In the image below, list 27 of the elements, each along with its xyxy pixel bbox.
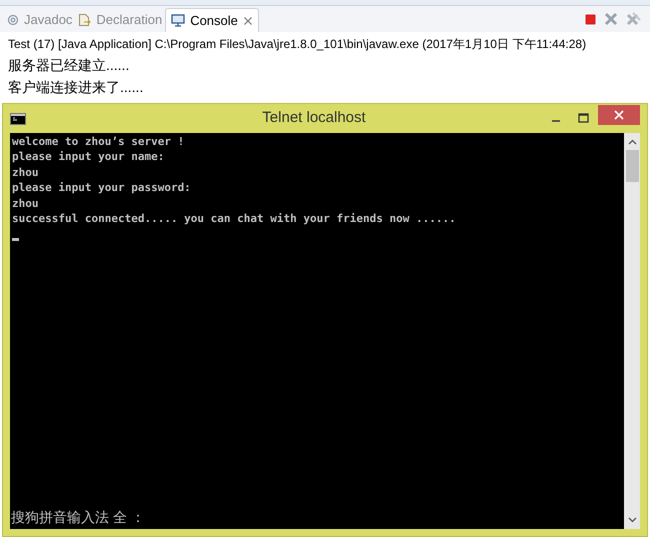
terminal-line: please input your name: — [12, 149, 166, 165]
scroll-thumb[interactable] — [626, 150, 638, 182]
window-title: Telnet localhost — [261, 108, 367, 128]
monitor-icon — [171, 14, 186, 27]
terminal-line: welcome to zhou’s server ! — [12, 134, 186, 150]
document-icon — [78, 13, 92, 27]
terminal-line: zhou — [12, 196, 40, 212]
close-icon[interactable] — [242, 16, 253, 26]
console-line: 服务器已经建立...... — [8, 56, 130, 75]
launch-info: Test (17) [Java Application] C:\Program Files\Java\jre1.8.0_101\bin\javaw.exe (2017年1月10日 下午11:44:28) — [8, 36, 588, 53]
scroll-up-icon[interactable] — [628, 139, 636, 145]
view-tab[interactable]: Javadoc — [4, 8, 76, 32]
terminal-line: zhou — [12, 164, 40, 180]
terminate-icon[interactable] — [585, 14, 596, 24]
ime-status: 搜狗拼音输入法 全 ： — [11, 508, 145, 527]
text-cursor — [12, 238, 19, 242]
view-tab[interactable]: Declaration — [75, 8, 166, 32]
terminal-line: please input your password: — [12, 180, 192, 196]
view-tab[interactable]: Console — [165, 8, 259, 32]
remove-icon[interactable] — [604, 12, 618, 26]
console-window-icon — [10, 112, 26, 124]
close-icon — [614, 110, 624, 120]
scrollbar[interactable] — [624, 133, 640, 529]
scroll-down-icon[interactable] — [628, 517, 636, 523]
terminal-line: successful connected..... you can chat with your friends now ...... — [12, 211, 457, 226]
console-line: 客户端连接进来了...... — [8, 78, 144, 97]
close-button[interactable] — [598, 104, 640, 124]
